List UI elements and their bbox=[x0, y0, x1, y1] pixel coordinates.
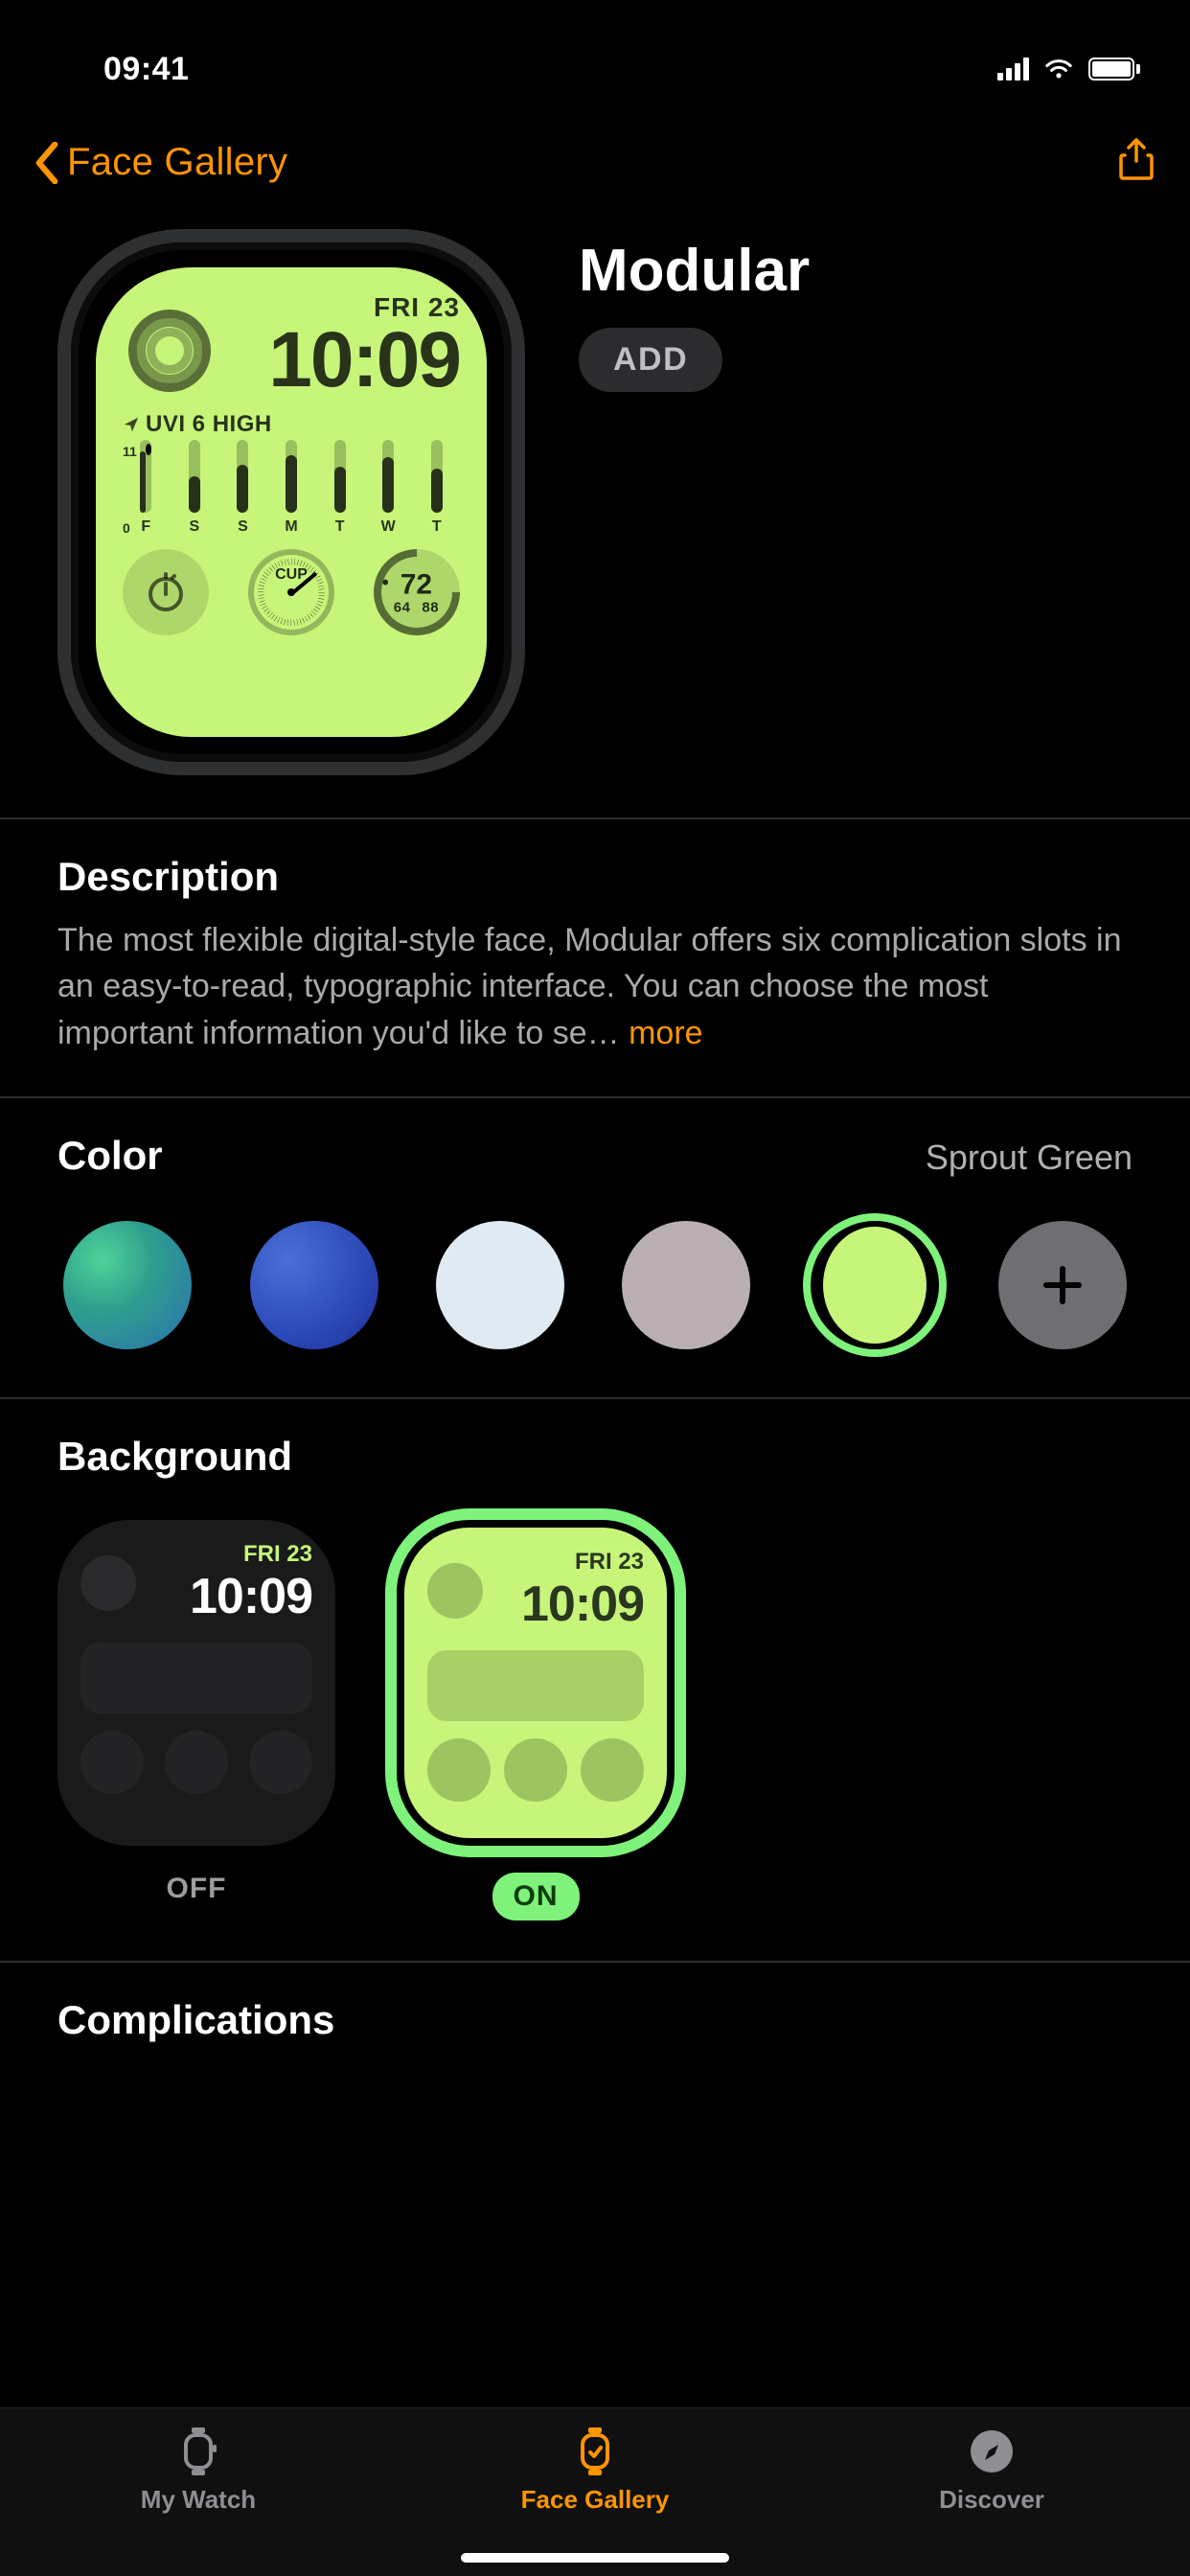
uv-day-label: S bbox=[238, 518, 248, 536]
battery-icon bbox=[1088, 58, 1140, 80]
location-icon bbox=[123, 416, 140, 433]
cellular-icon bbox=[997, 58, 1029, 80]
bg-on-time: 10:09 bbox=[521, 1576, 644, 1633]
bg-on-label: ON bbox=[492, 1873, 580, 1920]
uv-day-label: T bbox=[432, 518, 442, 536]
bg-off-label: OFF bbox=[57, 1873, 335, 1905]
hero: FRI 23 10:09 UVI 6 HIGH 11 0 FSSMTWT bbox=[57, 221, 1133, 817]
description-heading: Description bbox=[57, 854, 1133, 900]
plus-icon bbox=[1037, 1259, 1088, 1311]
tab-face-gallery[interactable]: Face Gallery bbox=[397, 2408, 793, 2576]
background-option-off[interactable]: FRI 23 10:09 OFF bbox=[57, 1520, 335, 1920]
uv-day-label: S bbox=[190, 518, 200, 536]
nav-bar: Face Gallery bbox=[0, 115, 1190, 221]
description-section: Description The most flexible digital-st… bbox=[57, 819, 1133, 1096]
activity-rings-complication bbox=[123, 304, 217, 398]
main-content: FRI 23 10:09 UVI 6 HIGH 11 0 F S S M T W T bbox=[0, 221, 1190, 2264]
color-swatches bbox=[57, 1179, 1133, 1357]
bg-on-date: FRI 23 bbox=[521, 1549, 644, 1576]
uv-day-column: M bbox=[272, 440, 311, 536]
uv-day-label: T bbox=[335, 518, 345, 536]
uv-day-column: S bbox=[223, 440, 263, 536]
uv-day-column: T bbox=[320, 440, 359, 536]
cup-label: CUP bbox=[254, 566, 329, 584]
tab-label: Face Gallery bbox=[521, 2485, 670, 2515]
uv-day-column: S bbox=[175, 440, 215, 536]
add-color-button[interactable] bbox=[993, 1213, 1133, 1357]
uv-index-complication: UVI 6 HIGH 11 0 F S S M T W T bbox=[123, 411, 460, 536]
stopwatch-complication: CUP bbox=[248, 549, 334, 635]
uv-day-column: W bbox=[369, 440, 408, 536]
complications-section: Complications bbox=[57, 1963, 1133, 2072]
color-swatch-glacier[interactable] bbox=[430, 1213, 570, 1357]
background-heading: Background bbox=[57, 1434, 1133, 1480]
tab-label: Discover bbox=[939, 2485, 1044, 2515]
background-option-on[interactable]: FRI 23 10:09 ON bbox=[397, 1520, 675, 1920]
uv-day-label: W bbox=[381, 518, 396, 536]
color-section: Color Sprout Green bbox=[57, 1098, 1133, 1397]
watch-face-icon bbox=[569, 2426, 621, 2477]
color-swatch-warm-gray[interactable] bbox=[616, 1213, 756, 1357]
tab-discover[interactable]: Discover bbox=[793, 2408, 1190, 2576]
uv-day-label: M bbox=[285, 518, 297, 536]
color-swatch-teal-gradient[interactable] bbox=[57, 1213, 197, 1357]
status-icons bbox=[997, 57, 1144, 81]
axis-low: 0 bbox=[123, 520, 137, 536]
description-body: The most flexible digital-style face, Mo… bbox=[57, 922, 1122, 1051]
share-button[interactable] bbox=[1117, 138, 1156, 187]
uv-day-column: T bbox=[417, 440, 456, 536]
selected-color-name: Sprout Green bbox=[926, 1138, 1133, 1178]
watch-face-preview[interactable]: FRI 23 10:09 UVI 6 HIGH 11 0 FSSMTWT bbox=[57, 229, 525, 775]
uvi-label: UVI 6 HIGH bbox=[146, 411, 272, 438]
complications-heading: Complications bbox=[57, 1997, 1133, 2043]
watch-icon bbox=[172, 2426, 224, 2477]
compass-icon bbox=[966, 2426, 1018, 2477]
add-button[interactable]: ADD bbox=[579, 328, 722, 392]
tab-label: My Watch bbox=[141, 2485, 256, 2515]
background-section: Background FRI 23 10:09 OFF bbox=[57, 1399, 1133, 1961]
status-bar: 09:41 bbox=[0, 0, 1190, 115]
temp-value: 72 bbox=[394, 568, 439, 601]
uv-day-label: F bbox=[141, 518, 150, 536]
home-indicator bbox=[461, 2553, 729, 2563]
axis-high: 11 bbox=[123, 444, 137, 459]
description-more-button[interactable]: more bbox=[629, 1015, 702, 1051]
color-swatch-sprout-green[interactable] bbox=[803, 1213, 947, 1357]
back-button[interactable]: Face Gallery bbox=[34, 141, 287, 184]
wifi-icon bbox=[1042, 57, 1075, 81]
temp-high: 88 bbox=[423, 599, 440, 615]
color-swatch-royal-blue[interactable] bbox=[243, 1213, 383, 1357]
description-text: The most flexible digital-style face, Mo… bbox=[57, 917, 1133, 1056]
back-label: Face Gallery bbox=[67, 141, 287, 184]
weather-complication: 72 64 88 bbox=[355, 531, 477, 653]
status-time: 09:41 bbox=[46, 51, 189, 88]
tab-my-watch[interactable]: My Watch bbox=[0, 2408, 397, 2576]
bg-off-date: FRI 23 bbox=[190, 1541, 312, 1568]
color-heading: Color bbox=[57, 1133, 163, 1179]
tab-bar: My Watch Face Gallery Discover bbox=[0, 2407, 1190, 2576]
bg-off-time: 10:09 bbox=[190, 1568, 312, 1625]
timer-complication bbox=[123, 549, 209, 635]
face-title: Modular bbox=[579, 237, 810, 305]
preview-time: 10:09 bbox=[228, 323, 460, 398]
temp-low: 64 bbox=[394, 599, 411, 615]
